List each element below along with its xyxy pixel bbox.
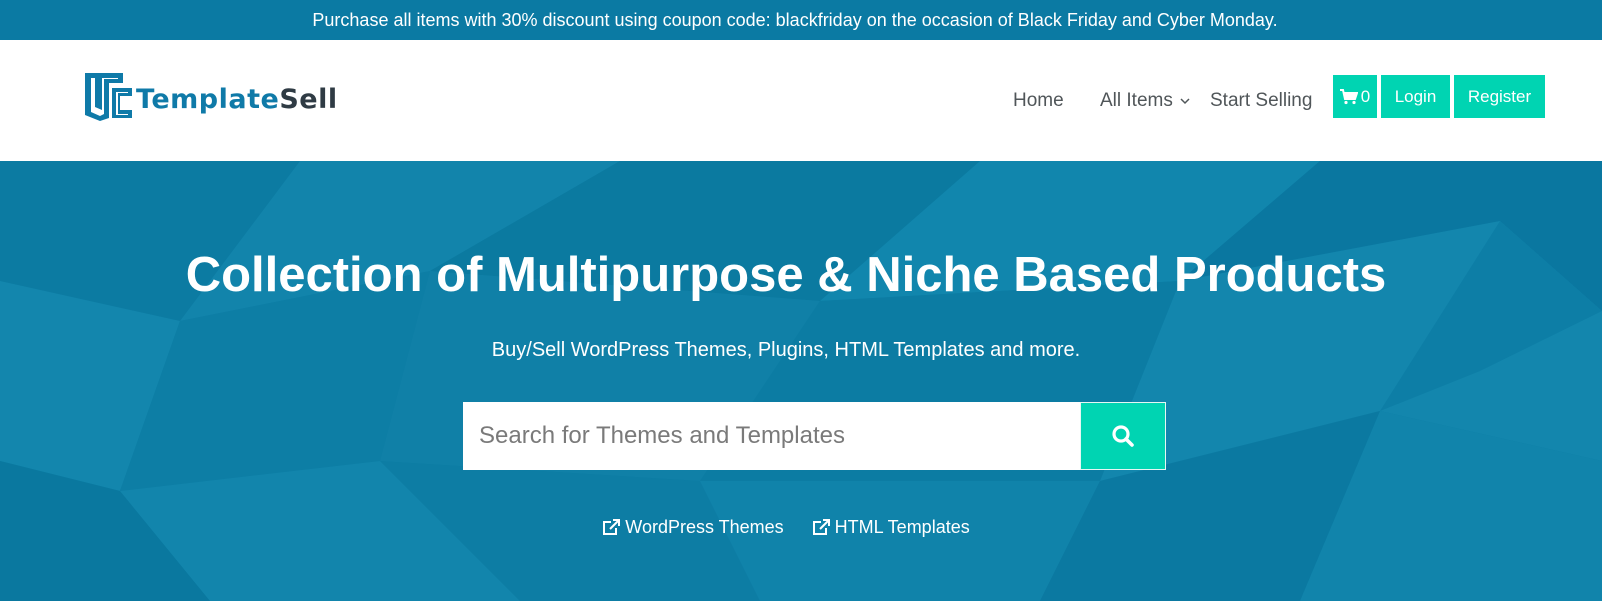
nav-start-selling[interactable]: Start Selling xyxy=(1210,40,1312,161)
search-button[interactable] xyxy=(1080,402,1166,470)
external-link-icon xyxy=(812,519,830,535)
logo-text-sell: Sell xyxy=(279,83,338,115)
cart-icon xyxy=(1339,88,1358,104)
nav-all-items[interactable]: All Items xyxy=(1100,40,1191,161)
logo-text-template: Template xyxy=(136,83,280,115)
cart-count: 0 xyxy=(1360,86,1371,106)
hero-subtitle: Buy/Sell WordPress Themes, Plugins, HTML… xyxy=(491,339,1081,361)
search-form xyxy=(463,402,1166,470)
login-label: Login xyxy=(1394,86,1437,106)
link-html-templates-label: HTML Templates xyxy=(834,517,970,537)
link-html-templates[interactable]: HTML Templates xyxy=(812,517,970,538)
register-button[interactable]: Register xyxy=(1454,75,1545,118)
register-label: Register xyxy=(1467,86,1532,106)
external-link-icon xyxy=(603,519,621,535)
chevron-down-icon xyxy=(1180,97,1190,104)
nav-home[interactable]: Home xyxy=(1013,40,1064,161)
link-wordpress-themes[interactable]: WordPress Themes xyxy=(602,517,784,538)
login-button[interactable]: Login xyxy=(1381,75,1450,118)
templatesell-logo-icon xyxy=(85,73,132,121)
nav-all-items-label: All Items xyxy=(1100,89,1173,111)
hero-section: Collection of Multipurpose & Niche Based… xyxy=(0,161,1602,601)
site-logo[interactable]: TemplateSell xyxy=(82,69,338,125)
search-input[interactable] xyxy=(463,402,1080,470)
link-wordpress-themes-label: WordPress Themes xyxy=(625,517,784,537)
promo-text: Purchase all items with 30% discount usi… xyxy=(312,9,1278,30)
hero-title: Collection of Multipurpose & Niche Based… xyxy=(185,248,1387,302)
nav-start-selling-label: Start Selling xyxy=(1210,89,1313,111)
logo-wordmark: TemplateSell xyxy=(136,84,338,115)
search-icon xyxy=(1112,425,1134,447)
cart-button[interactable]: 0 xyxy=(1333,75,1377,118)
site-header: TemplateSell Home All Items Start Sellin… xyxy=(0,40,1602,161)
nav-home-label: Home xyxy=(1013,89,1064,111)
quick-links: WordPress Themes HTML Templates xyxy=(0,517,1602,538)
promo-bar: Purchase all items with 30% discount usi… xyxy=(0,0,1602,40)
